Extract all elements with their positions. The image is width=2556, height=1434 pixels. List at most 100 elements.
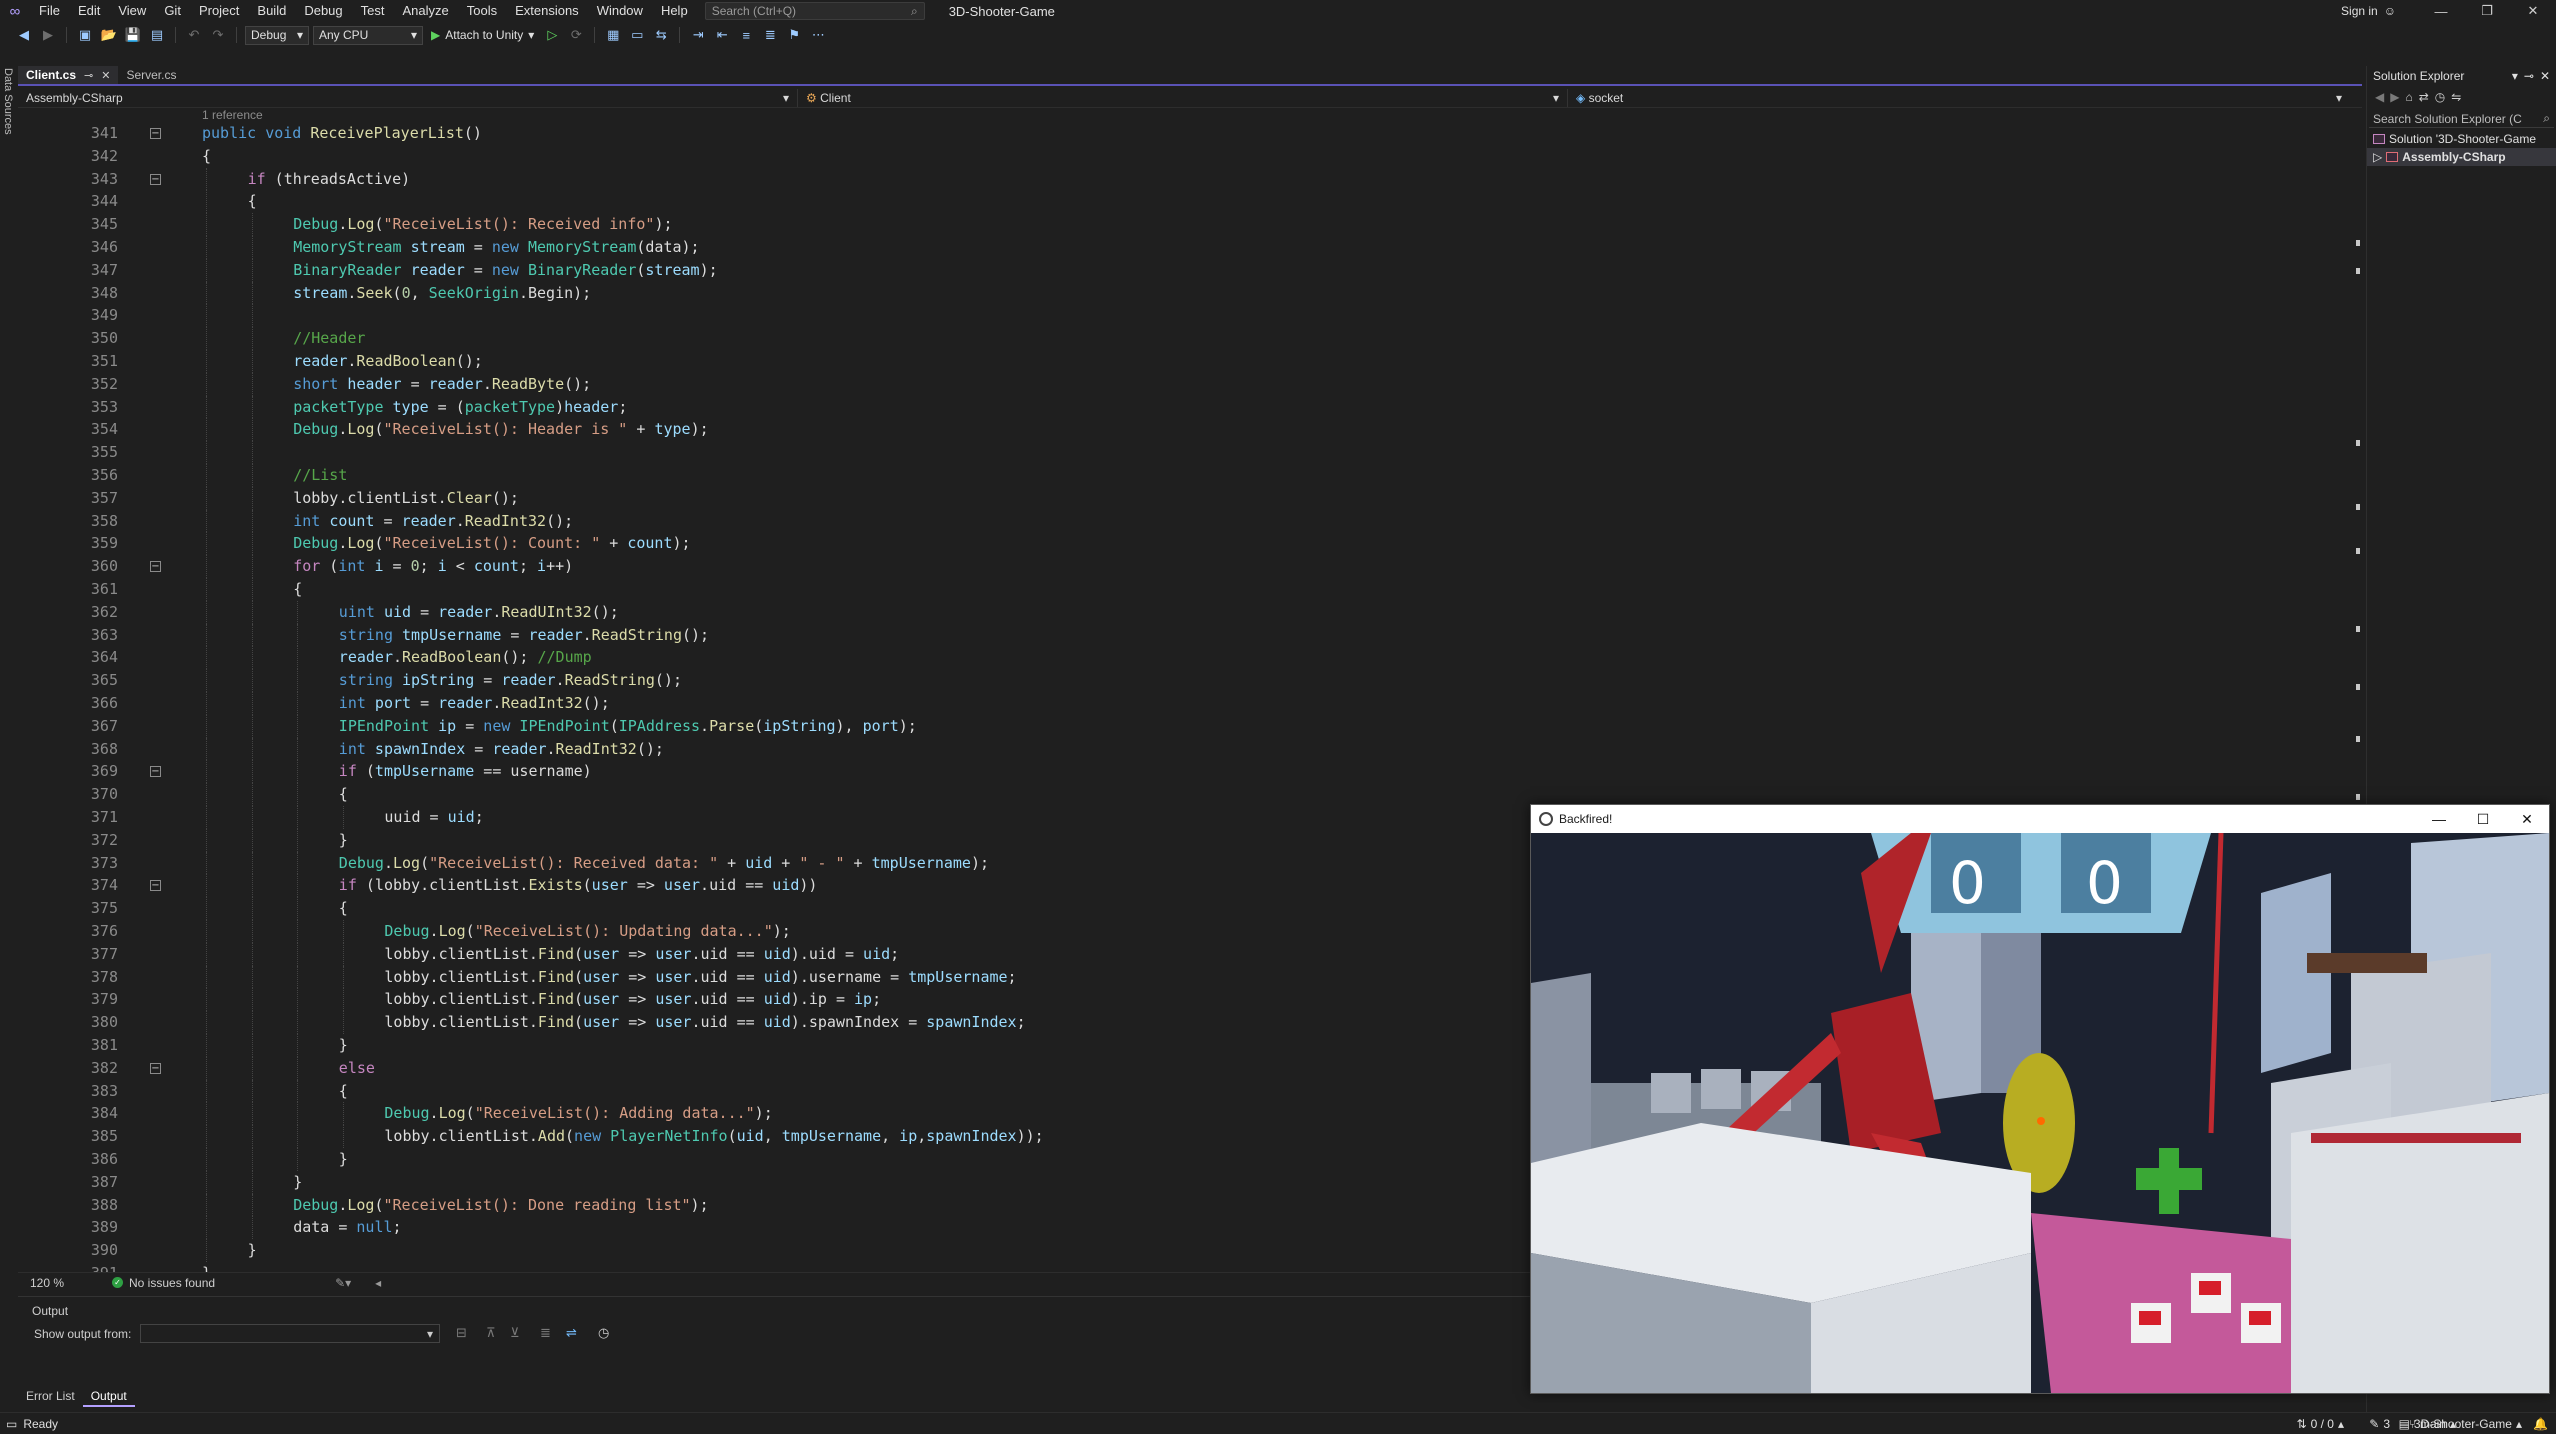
code-line[interactable]: 348 stream.Seek(0, SeekOrigin.Begin); — [18, 281, 2344, 305]
code-line[interactable]: 354 Debug.Log("ReceiveList(): Header is "… — [18, 418, 2344, 442]
game-window-titlebar[interactable]: Backfired! — ☐ ✕ — [1531, 805, 2549, 833]
bookmark-icon[interactable]: ⚑ — [784, 25, 804, 45]
code-line[interactable]: 345 Debug.Log("ReceiveList(): Received in… — [18, 213, 2344, 236]
notifications-icon[interactable]: 🔔 — [2533, 1413, 2548, 1434]
collapse-icon[interactable]: − — [150, 173, 161, 185]
redo-icon[interactable]: ↷ — [208, 25, 228, 45]
platform-dropdown[interactable]: Any CPU ▾ — [313, 25, 423, 45]
collapse-icon[interactable]: − — [150, 766, 161, 778]
code-line[interactable]: 364 reader.ReadBoolean(); //Dump — [18, 646, 2344, 670]
code-line[interactable]: 350 //Header — [18, 327, 2344, 350]
next-message-icon[interactable]: ⊻ — [510, 1325, 520, 1341]
code-line[interactable]: 363 string tmpUsername = reader.ReadStrin… — [18, 623, 2344, 647]
collapse-icon[interactable]: − — [150, 1062, 161, 1074]
uncomment-icon[interactable]: ≣ — [760, 25, 780, 45]
code-cleanup-icon[interactable]: ✎▾ — [335, 1276, 351, 1290]
close-tab-icon[interactable]: ✕ — [101, 69, 110, 82]
code-line[interactable]: 343 − if (threadsActive) — [18, 167, 2344, 191]
toggle-comment-icon[interactable]: ⇆ — [651, 25, 671, 45]
project-dropdown[interactable]: Assembly-CSharp ▾ — [18, 88, 798, 107]
configuration-dropdown[interactable]: Debug ▾ — [245, 25, 309, 45]
visual-studio-logo-icon[interactable]: ∞ — [0, 0, 30, 22]
edits-indicator[interactable]: ✎ 3 — [2369, 1413, 2390, 1434]
forward-icon[interactable]: ▶ — [2390, 90, 2399, 104]
switch-views-icon[interactable]: ⇄ — [2419, 90, 2429, 104]
code-line[interactable]: 359 Debug.Log("ReceiveList(): Count: " + … — [18, 532, 2344, 556]
undo-icon[interactable]: ↶ — [184, 25, 204, 45]
code-line[interactable]: 360 − for (int i = 0; i < count; i++) — [18, 555, 2344, 578]
code-line[interactable]: 367 IPEndPoint ip = new IPEndPoint(IPAddr… — [18, 714, 2344, 738]
code-line[interactable]: 362 uint uid = reader.ReadUInt32(); — [18, 600, 2344, 624]
hot-reload-icon[interactable]: ⟳ — [566, 25, 586, 45]
menu-analyze[interactable]: Analyze — [393, 0, 457, 22]
output-source-dropdown[interactable]: ▾ — [140, 1324, 440, 1343]
comment-icon[interactable]: ≡ — [736, 25, 756, 45]
menu-debug[interactable]: Debug — [295, 0, 351, 22]
minimize-button[interactable]: — — [2418, 0, 2464, 22]
home-icon[interactable]: ⌂ — [2405, 90, 2412, 104]
menu-build[interactable]: Build — [248, 0, 295, 22]
word-wrap-icon[interactable]: ⇌ — [566, 1325, 577, 1341]
game-window[interactable]: Backfired! — ☐ ✕ 0 0 — [1530, 804, 2550, 1394]
collapse-icon[interactable]: − — [150, 128, 161, 139]
tab-error-list[interactable]: Error List — [18, 1385, 83, 1407]
pending-changes-icon[interactable]: ◷ — [2435, 90, 2445, 104]
code-line[interactable]: 356 //List — [18, 464, 2344, 487]
code-line[interactable]: 357 lobby.clientList.Clear(); — [18, 486, 2344, 510]
code-line[interactable]: 370 { — [18, 783, 2344, 806]
back-icon[interactable]: ◀ — [2375, 90, 2384, 104]
game-viewport[interactable]: 0 0 — [1531, 833, 2549, 1393]
menu-window[interactable]: Window — [588, 0, 652, 22]
solution-node[interactable]: Solution '3D-Shooter-Game — [2367, 130, 2556, 148]
previous-message-icon[interactable]: ⊼ — [486, 1325, 496, 1341]
code-line[interactable]: 366 int port = reader.ReadInt32(); — [18, 692, 2344, 715]
code-line[interactable]: 369 − if (tmpUsername == username) — [18, 760, 2344, 784]
start-without-debugging-icon[interactable]: ▷ — [542, 25, 562, 45]
game-minimize-button[interactable]: — — [2417, 805, 2461, 833]
code-line[interactable]: 368 int spawnIndex = reader.ReadInt32(); — [18, 737, 2344, 761]
indent-icon[interactable]: ⇥ — [688, 25, 708, 45]
chevron-down-icon[interactable]: ▾ — [2512, 69, 2518, 83]
back-icon[interactable]: ◀ — [14, 25, 34, 45]
new-project-icon[interactable]: ▣ — [75, 25, 95, 45]
close-icon[interactable]: ✕ — [2540, 69, 2550, 83]
codelens-references[interactable]: 1 reference — [202, 108, 263, 122]
forward-icon[interactable]: ▶ — [38, 25, 58, 45]
expand-arrow-icon[interactable]: ▷ — [2373, 150, 2382, 164]
sign-in-button[interactable]: Sign in ☺ — [2341, 0, 2396, 22]
menu-view[interactable]: View — [109, 0, 155, 22]
zoom-level[interactable]: 120 % — [18, 1276, 78, 1290]
menu-git[interactable]: Git — [155, 0, 190, 22]
code-line[interactable]: 365 string ipString = reader.ReadString()… — [18, 669, 2344, 692]
collapse-icon[interactable]: − — [150, 880, 161, 892]
save-all-icon[interactable]: ▤ — [147, 25, 167, 45]
code-line[interactable]: 341 − public void ReceivePlayerList() — [18, 122, 2344, 145]
menu-file[interactable]: File — [30, 0, 69, 22]
restore-button[interactable]: ❐ — [2464, 0, 2510, 22]
line-changes-indicator[interactable]: ⇅ 0 / 0 ▴ — [2297, 1413, 2344, 1434]
search-input[interactable]: Search (Ctrl+Q) ⌕ — [704, 2, 925, 20]
open-file-icon[interactable]: 📂 — [99, 25, 119, 45]
member-dropdown[interactable]: ◈ socket ▾ — [1568, 89, 2350, 107]
menu-test[interactable]: Test — [352, 0, 394, 22]
window-layout-icon[interactable]: ▭ — [627, 25, 647, 45]
code-line[interactable]: 361 { — [18, 578, 2344, 601]
code-line[interactable]: 353 packetType type = (packetType)header; — [18, 395, 2344, 419]
close-button[interactable]: ✕ — [2510, 0, 2556, 22]
code-line[interactable]: 352 short header = reader.ReadByte(); — [18, 372, 2344, 396]
code-line[interactable]: 355 — [18, 441, 2344, 464]
code-line[interactable]: 351 reader.ReadBoolean(); — [18, 350, 2344, 373]
code-line[interactable]: 342 { — [18, 145, 2344, 168]
find-message-icon[interactable]: ⊟ — [456, 1325, 467, 1341]
code-line[interactable]: 358 int count = reader.ReadInt32(); — [18, 509, 2344, 533]
outdent-icon[interactable]: ⇤ — [712, 25, 732, 45]
save-icon[interactable]: 💾 — [123, 25, 143, 45]
solution-explorer-icon[interactable]: ▦ — [603, 25, 623, 45]
menu-tools[interactable]: Tools — [458, 0, 506, 22]
code-line[interactable]: 344 { — [18, 190, 2344, 214]
menu-edit[interactable]: Edit — [69, 0, 109, 22]
menu-extensions[interactable]: Extensions — [506, 0, 588, 22]
code-line[interactable]: 347 BinaryReader reader = new BinaryReade… — [18, 258, 2344, 282]
menu-project[interactable]: Project — [190, 0, 248, 22]
clear-all-icon[interactable]: ≣ — [540, 1325, 551, 1341]
